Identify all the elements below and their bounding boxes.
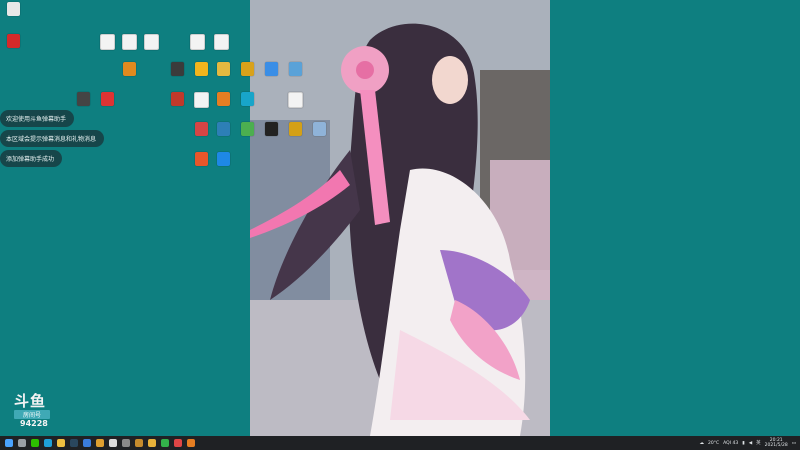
app-globe-icon xyxy=(312,122,326,136)
doc-2-icon xyxy=(121,34,137,50)
app-gear-icon xyxy=(216,122,230,136)
app-k-icon xyxy=(216,152,230,166)
app-monitor-icon xyxy=(288,62,302,76)
taskbar-app-orange-icon[interactable] xyxy=(187,439,195,447)
desktop-icon-app-red-dot[interactable] xyxy=(96,92,118,114)
desktop-icon-recycle-bin[interactable] xyxy=(2,2,24,24)
notification-added: 添加弹幕助手成功 xyxy=(0,150,63,167)
desktop-icon-app-green[interactable] xyxy=(236,122,258,144)
desktop-icon-doc-2[interactable] xyxy=(118,34,140,56)
taskbar-steam-icon[interactable] xyxy=(70,439,78,447)
desktop-icon-doc-1[interactable] xyxy=(96,34,118,56)
desktop-icon-app-bee[interactable] xyxy=(236,62,258,84)
doc-3-icon xyxy=(143,34,159,50)
taskbar-app-gear-icon[interactable] xyxy=(135,439,143,447)
douyu-logo: 斗鱼 xyxy=(14,392,47,410)
aqi-indicator[interactable]: AQI 43 xyxy=(723,441,738,446)
desktop-icon-app-blue-circle[interactable] xyxy=(260,62,282,84)
desktop-icon-app-game-a[interactable] xyxy=(166,62,188,84)
app-blue-circle-icon xyxy=(264,62,278,76)
app-folder-icon xyxy=(216,62,230,76)
desktop-icon-app-cyan[interactable] xyxy=(236,92,258,114)
desktop-icon-app-k[interactable] xyxy=(212,152,234,174)
network-icon[interactable]: ▮ xyxy=(742,441,744,446)
doc-5-icon xyxy=(213,34,229,50)
notification-welcome: 欢迎使用斗鱼弹幕助手 xyxy=(0,110,75,127)
desktop-icon-doc-3[interactable] xyxy=(140,34,162,56)
desktop-icon-doc-4[interactable] xyxy=(186,34,208,56)
taskbar-folder-icon[interactable] xyxy=(57,439,65,447)
desktop-icon-app-orange[interactable] xyxy=(118,62,140,84)
app-red-dot-icon xyxy=(100,92,114,106)
taskbar-apps xyxy=(0,439,195,447)
desktop-icon-doc-6[interactable] xyxy=(284,92,306,114)
app-black-yellow-icon xyxy=(264,122,278,136)
doc-6-icon xyxy=(287,92,303,108)
app-green-icon xyxy=(240,122,254,136)
desktop-icon-app-black-yellow[interactable] xyxy=(260,122,282,144)
taskbar-app-green-icon[interactable] xyxy=(161,439,169,447)
desktop-icon-red-app[interactable] xyxy=(2,34,24,56)
notification-hint: 本区域会提示弹幕消息和礼物消息 xyxy=(0,130,105,147)
desktop-icon-app-dark-1[interactable] xyxy=(72,92,94,114)
desktop-icon-app-red-2[interactable] xyxy=(166,92,188,114)
app-dark-1-icon xyxy=(76,92,90,106)
taskbar-edge-icon[interactable] xyxy=(44,439,52,447)
app-red-2-icon xyxy=(170,92,184,106)
taskbar-app-blue-icon[interactable] xyxy=(83,439,91,447)
taskbar-wechat-icon[interactable] xyxy=(31,439,39,447)
desktop-icon-app-folder[interactable] xyxy=(212,62,234,84)
app-flag-icon xyxy=(194,152,208,166)
clock[interactable]: 20:21 2021/5/28 xyxy=(765,438,788,448)
recycle-bin-icon xyxy=(6,2,20,16)
desktop-icon-doc-5[interactable] xyxy=(210,34,232,56)
weather-temp[interactable]: 20°C xyxy=(708,441,719,446)
taskbar-app-doc-icon[interactable] xyxy=(109,439,117,447)
app-game-a-icon xyxy=(170,62,184,76)
desktop-icon-app-globe[interactable] xyxy=(308,122,330,144)
desktop-icon-app-gear[interactable] xyxy=(212,122,234,144)
taskbar-app-red-icon[interactable] xyxy=(174,439,182,447)
red-app-icon xyxy=(6,34,20,48)
desktop-icon-app-monitor[interactable] xyxy=(284,62,306,84)
taskbar-search-icon[interactable] xyxy=(18,439,26,447)
weather-icon[interactable]: ☁ xyxy=(700,441,705,446)
app-bee-icon xyxy=(240,62,254,76)
taskbar-start-icon[interactable] xyxy=(5,439,13,447)
taskbar-app-g-icon[interactable] xyxy=(96,439,104,447)
doc-1-icon xyxy=(99,34,115,50)
taskbar-app-yellow-icon[interactable] xyxy=(148,439,156,447)
app-orange-2-icon xyxy=(216,92,230,106)
taskbar: ☁ 20°C AQI 43 ▮ ◀ 英 20:21 2021/5/28 ▭ xyxy=(0,436,800,450)
app-doc-gray-icon xyxy=(193,92,209,108)
app-orange-icon xyxy=(122,62,136,76)
desktop-icon-app-multi[interactable] xyxy=(190,122,212,144)
room-label: 房间号 xyxy=(14,410,50,419)
douyu-room-overlay: 斗鱼 房间号 94228 xyxy=(14,393,58,428)
volume-icon[interactable]: ◀ xyxy=(749,441,752,446)
input-method[interactable]: 英 xyxy=(756,440,761,446)
desktop-icon-app-flag[interactable] xyxy=(190,152,212,174)
app-yellow-icon xyxy=(194,62,208,76)
app-bee-2-icon xyxy=(288,122,302,136)
desktop-icon-app-orange-2[interactable] xyxy=(212,92,234,114)
desktop-icon-app-doc-gray[interactable] xyxy=(190,92,212,114)
clock-date: 2021/5/28 xyxy=(764,443,788,448)
desktop-icon-app-yellow[interactable] xyxy=(190,62,212,84)
app-cyan-icon xyxy=(240,92,254,106)
app-multi-icon xyxy=(194,122,208,136)
doc-4-icon xyxy=(189,34,205,50)
room-number: 94228 xyxy=(20,419,48,428)
system-tray: ☁ 20°C AQI 43 ▮ ◀ 英 20:21 2021/5/28 ▭ xyxy=(700,436,796,450)
desktop-icon-app-bee-2[interactable] xyxy=(284,122,306,144)
notification-center-icon[interactable]: ▭ xyxy=(792,441,796,446)
taskbar-app-gray-icon[interactable] xyxy=(122,439,130,447)
